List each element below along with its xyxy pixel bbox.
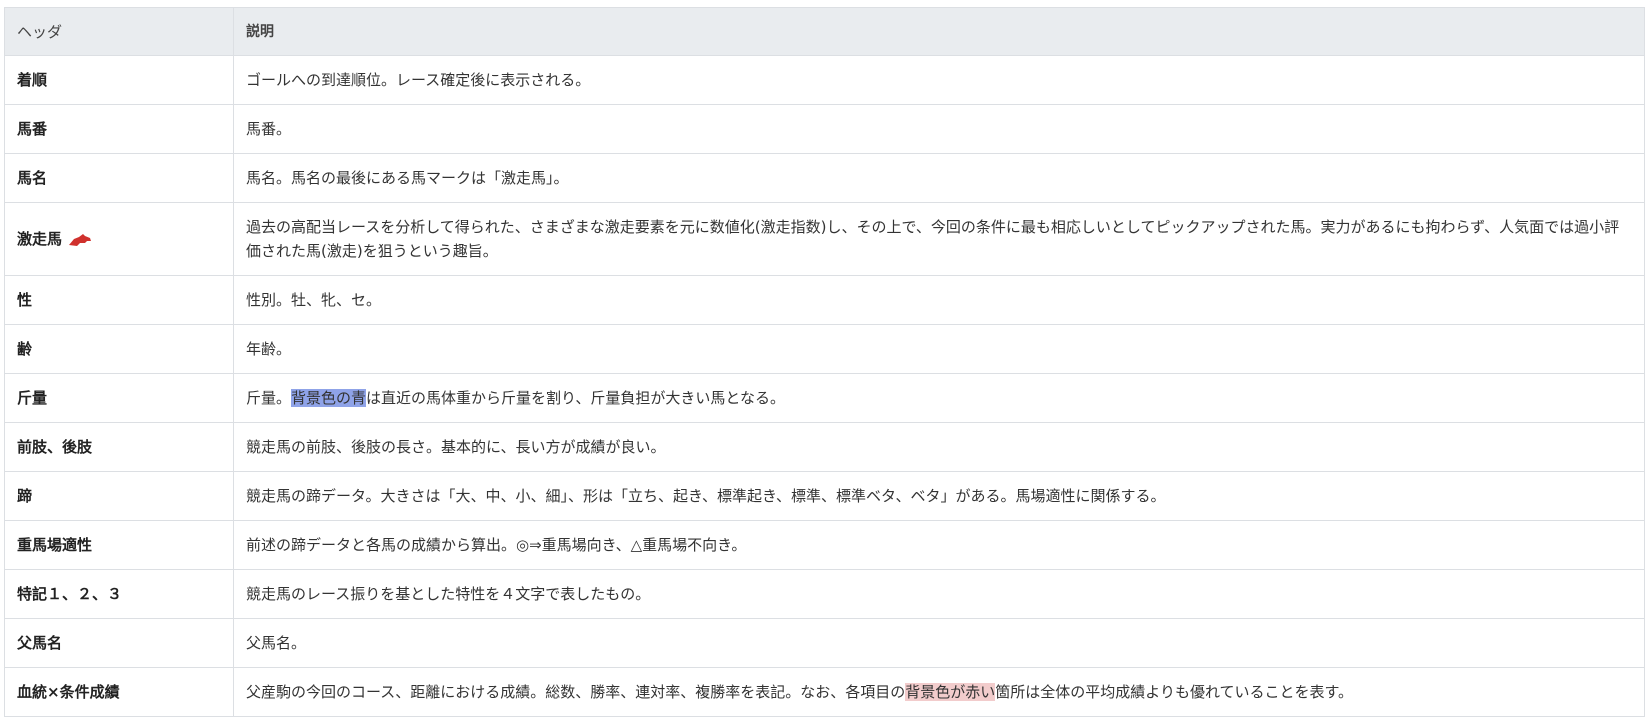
row-name: 馬番 [4,104,234,154]
row-description: 過去の高配当レースを分析して得られた、さまざまな激走要素を元に数値化(激走指数)… [233,202,1645,276]
table-row: 着順 ゴールへの到達順位。レース確定後に表示される。 [4,55,1645,105]
row-name: 性 [4,275,234,325]
row-name: 着順 [4,55,234,105]
table-header-row: ヘッダ 説明 [4,7,1645,56]
row-description: 年齢。 [233,324,1645,374]
table-row: 重馬場適性 前述の蹄データと各馬の成績から算出。◎⇒重馬場向き、△重馬場不向き。 [4,520,1645,570]
row-description: 競走馬の前肢、後肢の長さ。基本的に、長い方が成績が良い。 [233,422,1645,472]
table-row: 父馬名 父馬名。 [4,618,1645,668]
row-description: 馬番。 [233,104,1645,154]
header-cell-header: ヘッダ [4,7,234,56]
description-text: 父産駒の今回のコース、距離における成績。総数、勝率、連対率、複勝率を表記。なお、… [246,683,906,701]
row-description: 性別。牡、牝、セ。 [233,275,1645,325]
row-name: 父馬名 [4,618,234,668]
row-description: 馬名。馬名の最後にある馬マークは「激走馬」。 [233,153,1645,203]
description-text: 箇所は全体の平均成績よりも優れていることを表す。 [995,683,1354,701]
description-text: は直近の馬体重から斤量を割り、斤量負担が大きい馬となる。 [366,389,785,407]
table-row: 激走馬 過去の高配当レースを分析して得られた、さまざまな激走要素を元に数値化(激… [4,202,1645,276]
row-description: ゴールへの到達順位。レース確定後に表示される。 [233,55,1645,105]
table-row: 馬番 馬番。 [4,104,1645,154]
table-row: 馬名 馬名。馬名の最後にある馬マークは「激走馬」。 [4,153,1645,203]
table-row: 特記１、２、３ 競走馬のレース振りを基とした特性を４文字で表したもの。 [4,569,1645,619]
horse-data-legend-table: ヘッダ 説明 着順 ゴールへの到達順位。レース確定後に表示される。 馬番 馬番。… [4,7,1645,717]
row-name: 蹄 [4,471,234,521]
table-row: 齢 年齢。 [4,324,1645,374]
row-description: 前述の蹄データと各馬の成績から算出。◎⇒重馬場向き、△重馬場不向き。 [233,520,1645,570]
row-description: 父馬名。 [233,618,1645,668]
table-row: 蹄 競走馬の蹄データ。大きさは「大、中、小、細」、形は「立ち、起き、標準起き、標… [4,471,1645,521]
row-name: 斤量 [4,373,234,423]
table-row: 性 性別。牡、牝、セ。 [4,275,1645,325]
row-name: 馬名 [4,153,234,203]
row-name: 血統×条件成績 [4,667,234,717]
row-name: 齢 [4,324,234,374]
table-row: 斤量 斤量。背景色の青は直近の馬体重から斤量を割り、斤量負担が大きい馬となる。 [4,373,1645,423]
red-highlight-text: 背景色が赤い [905,683,996,701]
row-description: 父産駒の今回のコース、距離における成績。総数、勝率、連対率、複勝率を表記。なお、… [233,667,1645,717]
row-name: 激走馬 [17,230,63,248]
red-horse-icon [69,233,92,246]
row-name: 前肢、後肢 [4,422,234,472]
horse-data-legend-table-container: ヘッダ 説明 着順 ゴールへの到達順位。レース確定後に表示される。 馬番 馬番。… [4,7,1645,717]
table-row: 前肢、後肢 競走馬の前肢、後肢の長さ。基本的に、長い方が成績が良い。 [4,422,1645,472]
row-description: 競走馬の蹄データ。大きさは「大、中、小、細」、形は「立ち、起き、標準起き、標準、… [233,471,1645,521]
row-name: 特記１、２、３ [4,569,234,619]
row-description: 斤量。背景色の青は直近の馬体重から斤量を割り、斤量負担が大きい馬となる。 [233,373,1645,423]
table-row: 血統×条件成績 父産駒の今回のコース、距離における成績。総数、勝率、連対率、複勝… [4,667,1645,717]
row-description: 競走馬のレース振りを基とした特性を４文字で表したもの。 [233,569,1645,619]
description-text: 斤量。 [246,389,292,407]
header-cell-description: 説明 [233,7,1645,56]
blue-highlight-text: 背景色の青 [291,389,367,407]
row-name-cell: 激走馬 [4,202,234,276]
row-name: 重馬場適性 [4,520,234,570]
